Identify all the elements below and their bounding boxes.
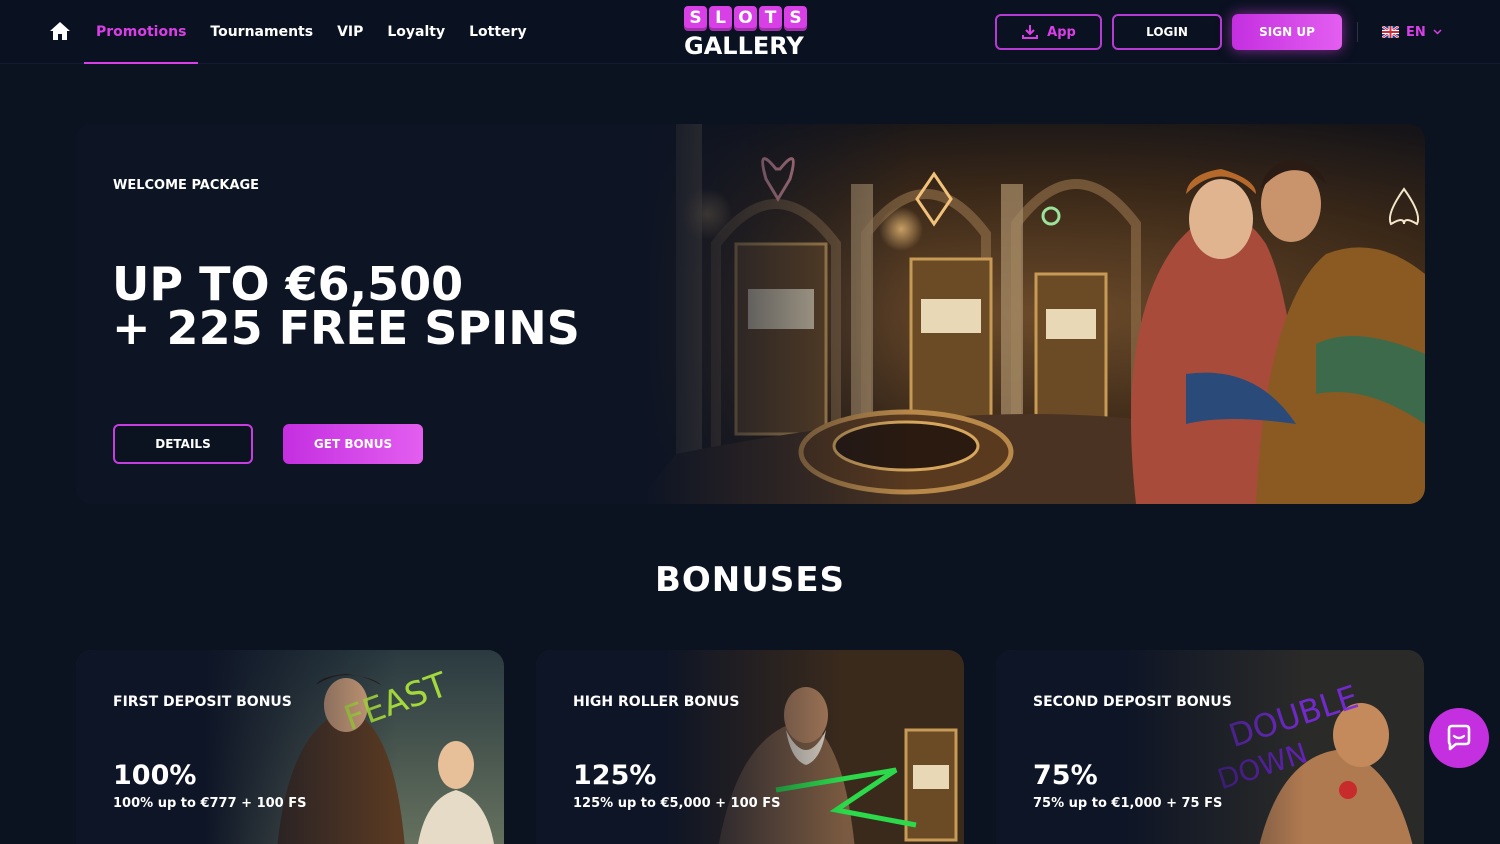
chevron-down-icon <box>1433 29 1442 35</box>
get-bonus-button[interactable]: GET BONUS <box>283 424 423 464</box>
welcome-package-banner: WELCOME PACKAGE UP TO €6,500 + 225 FREE … <box>76 124 1425 504</box>
logo-wordmark: GALLERY <box>684 32 804 60</box>
logo-tile: O <box>734 6 757 31</box>
logo-tile: S <box>684 6 707 31</box>
bonus-card-description: 75% up to €1,000 + 75 FS <box>1033 796 1223 811</box>
bonus-card-illustration <box>536 650 964 844</box>
uk-flag-icon <box>1382 26 1399 38</box>
hero-title-line1: UP TO €6,500 <box>112 257 464 311</box>
bonuses-heading: BONUSES <box>654 560 846 600</box>
bonus-card-description: 100% up to €777 + 100 FS <box>113 796 307 811</box>
bonus-card-percent: 125% <box>573 760 657 791</box>
language-selector[interactable]: EN <box>1382 22 1442 42</box>
live-chat-button[interactable] <box>1429 708 1489 768</box>
app-label: App <box>1047 24 1076 40</box>
bonus-card-illustration: FEAST <box>76 650 504 844</box>
bonus-card-title: SECOND DEPOSIT BONUS <box>1033 694 1232 710</box>
top-navbar: Promotions Tournaments VIP Loyalty Lotte… <box>0 0 1500 64</box>
nav-item-vip[interactable]: VIP <box>325 0 375 64</box>
logo-tile: S <box>784 6 807 31</box>
bonus-card-percent: 75% <box>1033 760 1098 791</box>
bonus-card-first-deposit[interactable]: FEAST FIRST DEPOSIT BONUS 100% 100% up t… <box>76 650 504 844</box>
details-button[interactable]: DETAILS <box>113 424 253 464</box>
nav-item-promotions[interactable]: Promotions <box>84 0 199 64</box>
bonus-card-second-deposit[interactable]: DOUBLE DOWN SECOND DEPOSIT BONUS 75% 75%… <box>996 650 1424 844</box>
download-icon <box>1022 25 1039 39</box>
login-button[interactable]: LOGIN <box>1112 14 1222 50</box>
nav-item-tournaments[interactable]: Tournaments <box>198 0 325 64</box>
bonus-card-description: 125% up to €5,000 + 100 FS <box>573 796 781 811</box>
language-label: EN <box>1406 24 1426 40</box>
bonus-card-percent: 100% <box>113 760 197 791</box>
hero-eyebrow: WELCOME PACKAGE <box>113 178 260 193</box>
bonus-card-title: HIGH ROLLER BONUS <box>573 694 740 710</box>
app-download-button[interactable]: App <box>995 14 1102 50</box>
logo-tile: L <box>709 6 732 31</box>
logo-tile: T <box>759 6 782 31</box>
header-divider <box>1357 22 1358 42</box>
site-logo[interactable]: S L O T S GALLERY <box>684 6 810 60</box>
nav-item-lottery[interactable]: Lottery <box>457 0 538 64</box>
nav-item-loyalty[interactable]: Loyalty <box>375 0 457 64</box>
hero-title: UP TO €6,500 + 225 FREE SPINS <box>112 257 580 355</box>
signup-button[interactable]: SIGN UP <box>1232 14 1342 50</box>
main-nav: Promotions Tournaments VIP Loyalty Lotte… <box>84 0 539 64</box>
bonus-card-title: FIRST DEPOSIT BONUS <box>113 694 292 710</box>
home-icon[interactable] <box>48 19 72 43</box>
bonus-card-high-roller[interactable]: HIGH ROLLER BONUS 125% 125% up to €5,000… <box>536 650 964 844</box>
chat-bubble-icon <box>1447 724 1471 751</box>
bonus-card-illustration: DOUBLE DOWN <box>996 650 1424 844</box>
hero-title-line2: + 225 FREE SPINS <box>112 301 580 355</box>
